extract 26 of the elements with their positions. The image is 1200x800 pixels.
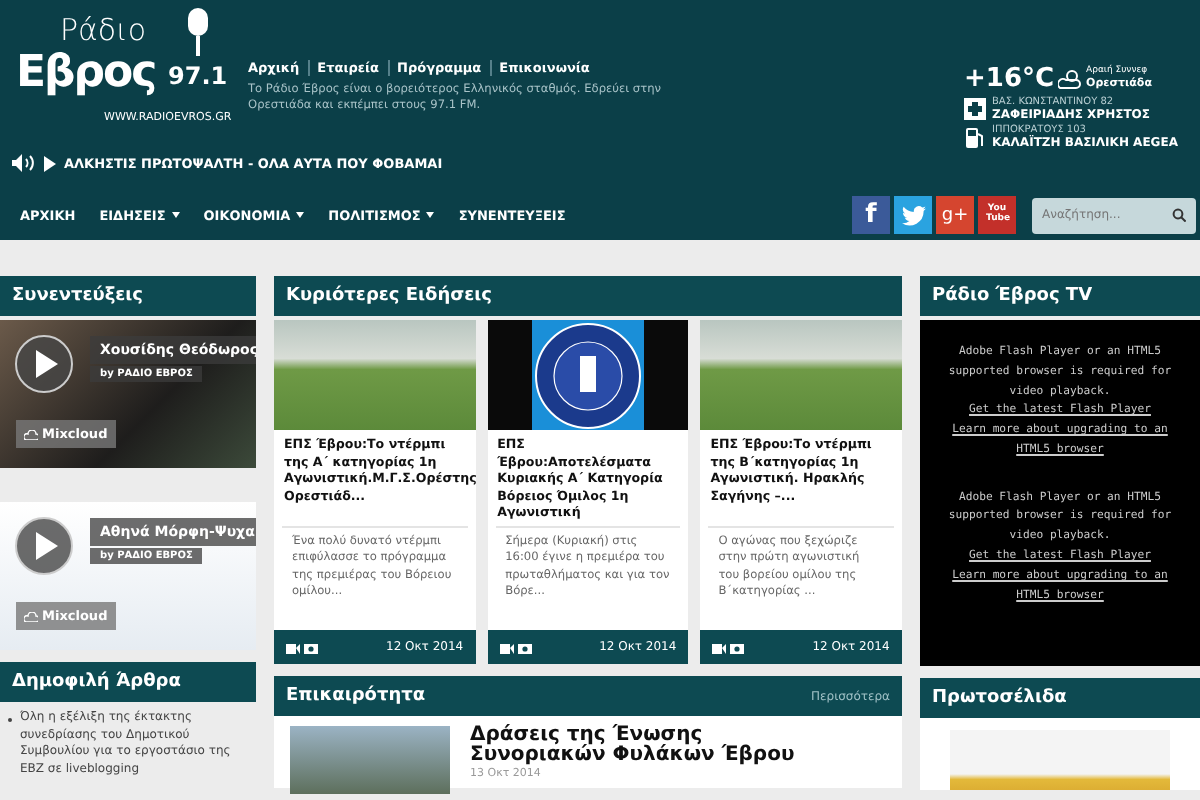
- panel-header: Συνεντεύξεις: [0, 276, 256, 316]
- panel-header: Δημοφιλή Άρθρα: [0, 662, 256, 702]
- video-icon: [286, 641, 300, 653]
- play-button[interactable]: [14, 334, 74, 394]
- temperature: +16°C: [964, 64, 1055, 94]
- video-icon: [499, 641, 514, 653]
- video-icon: [712, 641, 727, 653]
- panel-header: Ράδιο Έβρος TV: [920, 276, 1200, 316]
- camera-icon: [304, 641, 318, 653]
- panel-title: Επικαιρότητα: [286, 686, 426, 706]
- play-button[interactable]: [14, 516, 74, 576]
- bird-icon[interactable]: [894, 196, 932, 234]
- partly-cloudy-icon: [1058, 68, 1083, 90]
- microphone-icon: [188, 8, 208, 56]
- article-title[interactable]: Δράσεις της Ένωσης Συνοριακών Φυλάκων Έβρου: [470, 726, 830, 766]
- social-button[interactable]: f: [852, 196, 890, 234]
- panel-header: Κυριότερες Ειδήσεις: [274, 276, 902, 316]
- camera-icon: [730, 641, 745, 653]
- search-icon: [1172, 208, 1186, 222]
- fuel-pump-icon: [964, 125, 986, 149]
- panel-header: Πρωτοσέλιδα: [920, 678, 1200, 718]
- play-icon: [44, 155, 56, 171]
- speaker-icon: [12, 154, 36, 172]
- social-button[interactable]: g+: [936, 196, 974, 234]
- camera-icon: [517, 641, 532, 653]
- cross-icon: [964, 98, 986, 120]
